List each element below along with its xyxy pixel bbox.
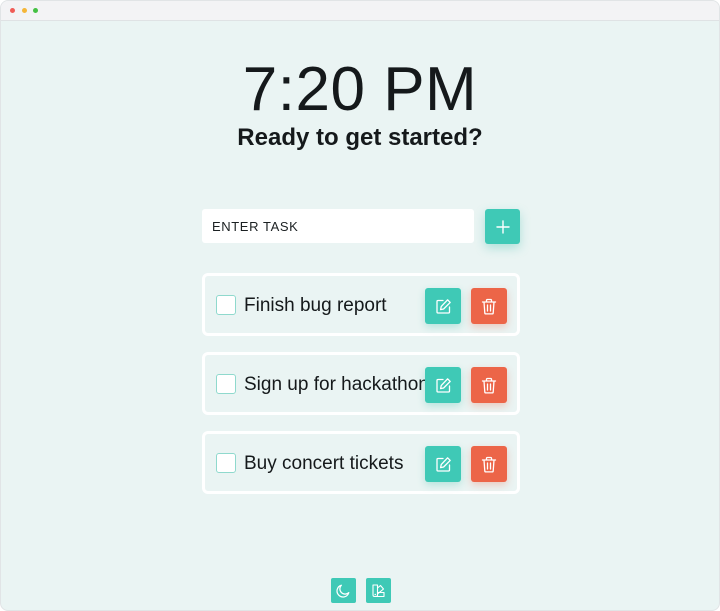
clock-time: 7:20 PM <box>242 55 478 124</box>
task-checkbox[interactable] <box>216 453 236 473</box>
trash-icon <box>481 456 497 473</box>
delete-task-button[interactable] <box>471 446 507 482</box>
edit-icon <box>435 377 451 393</box>
task-checkbox[interactable] <box>216 295 236 315</box>
task-label: Sign up for hackathon <box>244 374 429 395</box>
task-checkbox[interactable] <box>216 374 236 394</box>
task-label: Buy concert tickets <box>244 453 404 474</box>
title-bar <box>1 1 719 21</box>
task-input[interactable] <box>202 209 474 243</box>
plus-icon <box>495 219 510 234</box>
greeting-subtitle: Ready to get started? <box>237 124 483 151</box>
delete-task-button[interactable] <box>471 367 507 403</box>
task-item: Finish bug report <box>202 273 520 336</box>
moon-icon <box>336 584 350 598</box>
task-item: Sign up for hackathon <box>202 352 520 415</box>
minimize-window-button[interactable] <box>22 8 27 13</box>
edit-task-button[interactable] <box>425 367 461 403</box>
close-window-button[interactable] <box>10 8 15 13</box>
trash-icon <box>481 377 497 394</box>
maximize-window-button[interactable] <box>33 8 38 13</box>
theme-toggle-button[interactable] <box>331 578 356 603</box>
task-label: Finish bug report <box>244 295 387 316</box>
add-task-button[interactable] <box>485 209 520 244</box>
task-list: Finish bug report Sign up for hackathon <box>202 273 520 510</box>
edit-task-button[interactable] <box>425 446 461 482</box>
edit-task-button[interactable] <box>425 288 461 324</box>
edit-icon <box>435 456 451 472</box>
palette-icon <box>372 584 385 598</box>
task-item: Buy concert tickets <box>202 431 520 494</box>
edit-icon <box>435 298 451 314</box>
delete-task-button[interactable] <box>471 288 507 324</box>
app-window: 7:20 PM Ready to get started? Finish bug… <box>0 0 720 611</box>
trash-icon <box>481 298 497 315</box>
color-palette-button[interactable] <box>366 578 391 603</box>
